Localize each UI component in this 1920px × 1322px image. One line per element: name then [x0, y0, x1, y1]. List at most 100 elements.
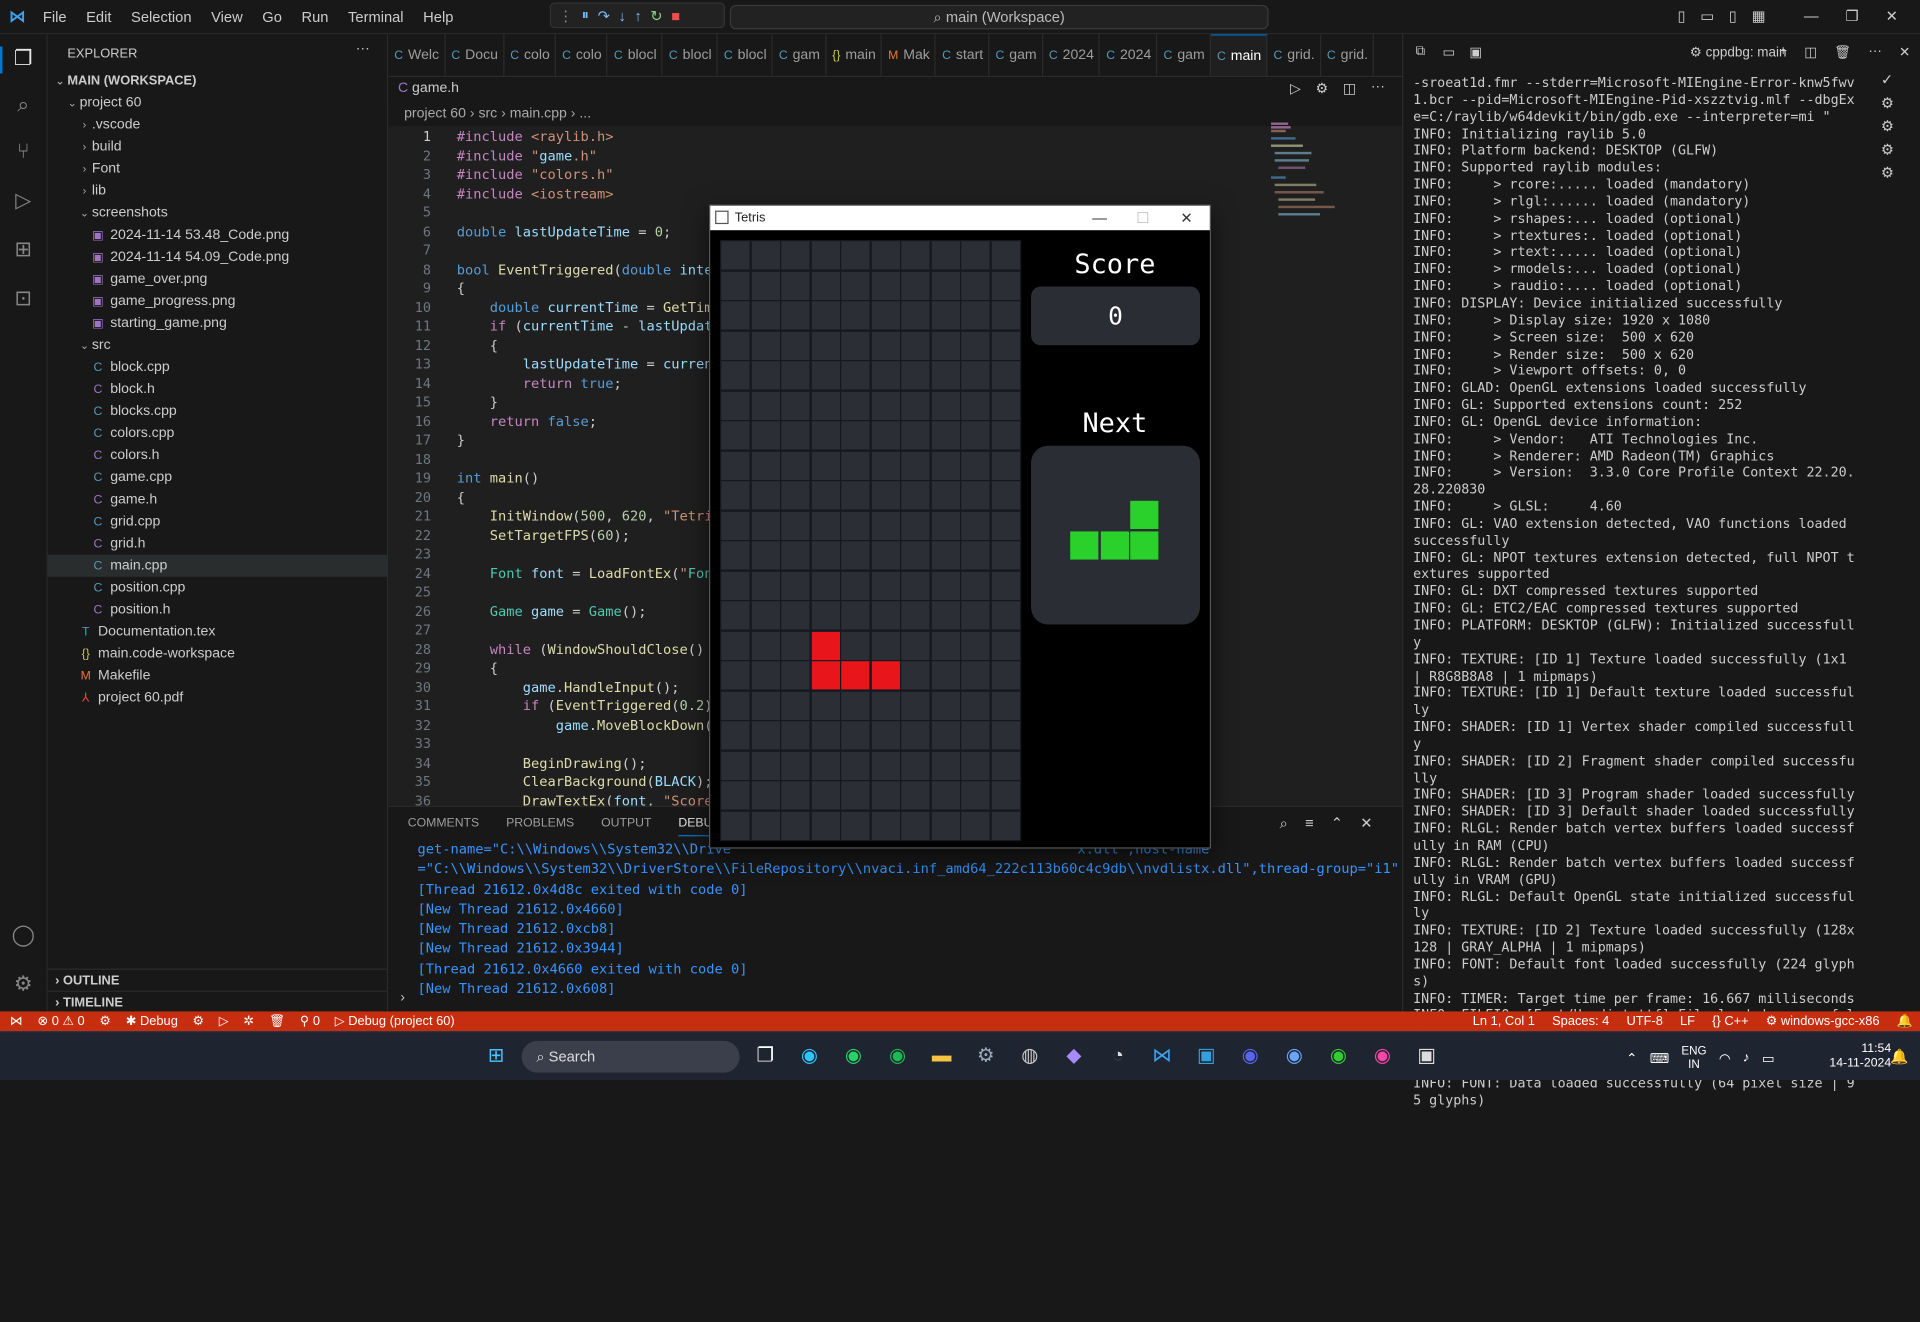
- taskbar-search[interactable]: ⌕ Search: [521, 1040, 740, 1073]
- tree-file[interactable]: Ccolors.h: [48, 444, 388, 466]
- tree-file[interactable]: ▣ starting_game.png: [48, 312, 388, 334]
- build-icon[interactable]: ⚙: [99, 1011, 111, 1031]
- chat-icon[interactable]: ▭: [1442, 44, 1455, 60]
- customize-layout-icon[interactable]: ▦: [1752, 7, 1766, 24]
- editor-tab[interactable]: Ccolo: [556, 34, 608, 76]
- editor-tab[interactable]: C Welc: [388, 34, 446, 76]
- discord-icon[interactable]: ◉: [1237, 1044, 1264, 1068]
- editor-tab[interactable]: Cgrid.: [1267, 34, 1321, 76]
- tree-file[interactable]: ▣ game_progress.png: [48, 290, 388, 312]
- settings-gear-icon[interactable]: ⚙: [193, 1011, 205, 1031]
- editor-tab[interactable]: Ccolo: [504, 34, 556, 76]
- task-view-icon[interactable]: ❐: [752, 1044, 779, 1068]
- tree-file[interactable]: Cblock.h: [48, 378, 388, 400]
- tab-comments[interactable]: COMMENTS: [408, 817, 479, 837]
- qbittorrent-icon[interactable]: ◉: [1281, 1044, 1308, 1068]
- tree-file[interactable]: Cposition.cpp: [48, 577, 388, 599]
- tetris-app-icon[interactable]: ▣: [1413, 1044, 1440, 1068]
- vscode-icon[interactable]: ⋈: [1149, 1044, 1176, 1068]
- spotify-icon[interactable]: ◉: [884, 1044, 911, 1068]
- keyboard-icon[interactable]: ⌨: [1650, 1050, 1669, 1066]
- outline-section[interactable]: › OUTLINE: [47, 968, 389, 991]
- timeline-section[interactable]: › TIMELINE: [47, 990, 389, 1013]
- tab-output[interactable]: OUTPUT: [601, 817, 651, 837]
- volume-icon[interactable]: ♪: [1743, 1051, 1750, 1066]
- menu-help[interactable]: Help: [423, 9, 453, 26]
- indentation[interactable]: Spaces: 4: [1552, 1011, 1609, 1031]
- breadcrumb[interactable]: project 60 › src › main.cpp › ...: [404, 107, 591, 122]
- editor-tab[interactable]: C Docu: [445, 34, 505, 76]
- add-terminal-icon[interactable]: +: [1779, 44, 1787, 60]
- tree-file[interactable]: Cgrid.h: [48, 533, 388, 555]
- tree-file[interactable]: Cposition.h: [48, 599, 388, 621]
- run-debug-icon[interactable]: ▷: [1290, 80, 1301, 97]
- menu-run[interactable]: Run: [301, 9, 328, 26]
- whatsapp-icon[interactable]: ◉: [840, 1044, 867, 1068]
- close-icon[interactable]: ✕: [1180, 206, 1192, 230]
- tree-file[interactable]: Cblock.cpp: [48, 356, 388, 378]
- step-over-icon[interactable]: ↷: [598, 7, 610, 24]
- check-icon[interactable]: ✓: [1881, 71, 1894, 88]
- tree-file[interactable]: Cblocks.cpp: [48, 400, 388, 422]
- green-app-icon[interactable]: ◉: [1325, 1044, 1352, 1068]
- remote-icon[interactable]: ⋈: [10, 1011, 23, 1031]
- settings-icon[interactable]: ⚙: [972, 1044, 999, 1068]
- editor-tab[interactable]: Cmain: [1210, 34, 1268, 76]
- gear-icon[interactable]: ⚙: [1881, 118, 1894, 135]
- notifications-icon[interactable]: 🔔: [1886, 1044, 1913, 1068]
- editor-tab[interactable]: C 2024: [1043, 34, 1101, 76]
- launch-config[interactable]: ▷ Debug (project 60): [335, 1011, 455, 1031]
- language-mode[interactable]: {} C++: [1712, 1011, 1748, 1031]
- menu-view[interactable]: View: [211, 9, 243, 26]
- terminal-icon[interactable]: ▣: [1469, 44, 1482, 60]
- tab-game-h[interactable]: C game.h: [398, 81, 459, 96]
- gear-icon[interactable]: ⚙: [1881, 141, 1894, 158]
- tree-folder[interactable]: › Font: [48, 158, 388, 180]
- maximize-icon[interactable]: ☐: [1136, 206, 1149, 230]
- filter-icon[interactable]: ⌕: [1280, 814, 1288, 832]
- account-icon[interactable]: ◯: [10, 923, 37, 950]
- step-into-icon[interactable]: ↓: [618, 7, 625, 24]
- command-center[interactable]: ⌕ main (Workspace): [729, 4, 1269, 30]
- more-actions-icon[interactable]: ···: [1371, 80, 1385, 97]
- trash-icon[interactable]: 🗑: [269, 1011, 285, 1031]
- settings-gear-icon[interactable]: ⚙: [1315, 80, 1328, 97]
- tree-file[interactable]: M Makefile: [48, 665, 388, 687]
- restore-icon[interactable]: ❐: [1846, 7, 1859, 24]
- editor-tab[interactable]: Cblocl: [608, 34, 663, 76]
- tree-file[interactable]: Cgame.h: [48, 489, 388, 511]
- extensions-icon[interactable]: ⊞: [10, 238, 37, 265]
- database-icon[interactable]: ◍: [1016, 1044, 1043, 1068]
- more-actions-icon[interactable]: ···: [356, 42, 370, 57]
- battery-icon[interactable]: ▭: [1762, 1050, 1775, 1066]
- menu-selection[interactable]: Selection: [131, 9, 191, 26]
- language-indicator[interactable]: ENG IN: [1681, 1044, 1706, 1071]
- chevron-up-icon[interactable]: ⌃: [1626, 1050, 1637, 1066]
- chrome-icon[interactable]: ◉: [1369, 1044, 1396, 1068]
- close-icon[interactable]: ✕: [1899, 44, 1910, 60]
- explorer-icon[interactable]: ❐: [0, 46, 37, 74]
- notifications-bell-icon[interactable]: 🔔: [1897, 1011, 1913, 1031]
- search-icon[interactable]: ⌕: [10, 93, 37, 120]
- toggle-secondary-sidebar-icon[interactable]: ▯: [1729, 7, 1737, 24]
- clock-app-icon[interactable]: ◔: [1104, 1044, 1131, 1068]
- tetris-board[interactable]: [720, 240, 1022, 842]
- split-editor-icon[interactable]: ◫: [1343, 80, 1356, 97]
- taskbar-clock[interactable]: 11:54 14-11-2024: [1829, 1042, 1891, 1071]
- debug-bug-icon[interactable]: ✲: [243, 1011, 254, 1031]
- pause-icon[interactable]: ⏸: [582, 6, 589, 24]
- editor-tab[interactable]: Cstart: [936, 34, 990, 76]
- tree-file[interactable]: ▣ 2024-11-14 53.48_Code.png: [48, 224, 388, 246]
- tree-file[interactable]: Cmain.cpp: [47, 554, 389, 577]
- drag-handle-icon[interactable]: ⋮: [558, 7, 573, 24]
- tree-file[interactable]: Cgrid.cpp: [48, 511, 388, 533]
- tab-problems[interactable]: PROBLEMS: [506, 817, 574, 837]
- tree-file[interactable]: ▣ game_over.png: [48, 268, 388, 290]
- source-control-icon[interactable]: ⑂: [10, 140, 37, 167]
- encoding[interactable]: UTF-8: [1626, 1011, 1662, 1031]
- tree-file[interactable]: T Documentation.tex: [48, 621, 388, 643]
- editor-tab[interactable]: Cblocl: [663, 34, 718, 76]
- tetris-titlebar[interactable]: Tetris — ☐ ✕: [710, 205, 1210, 231]
- copy-icon[interactable]: ⧉: [1416, 44, 1426, 60]
- toggle-panel-icon[interactable]: ▭: [1700, 7, 1714, 24]
